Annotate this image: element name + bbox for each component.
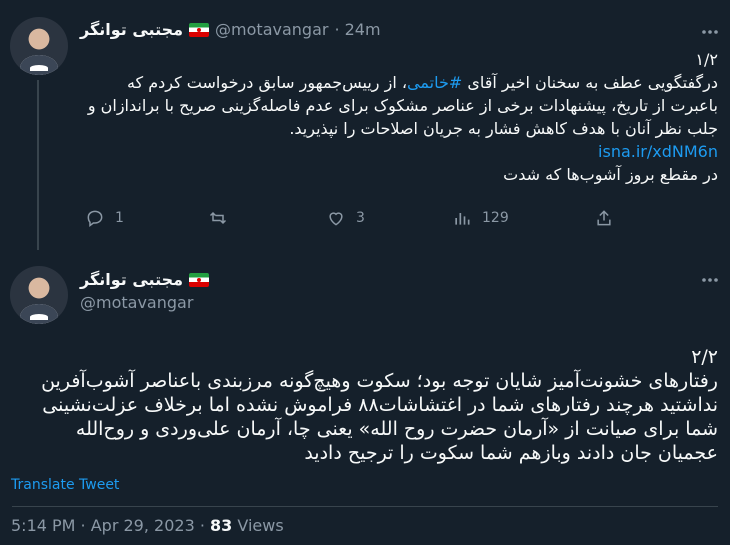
flag-icon	[189, 272, 210, 287]
tweet2-header: مجتبی توانگر @motavangar	[80, 270, 210, 312]
tweet1-header: مجتبی توانگر @motavangar · 24m	[80, 20, 381, 39]
views-icon	[455, 213, 470, 225]
avatar[interactable]	[10, 266, 68, 324]
views-label: Views	[232, 516, 284, 535]
display-name[interactable]: مجتبی توانگر	[80, 20, 183, 39]
tweet1-extra-line: در مقطع بروز آشوب‌ها که شدت	[503, 165, 718, 184]
like-button[interactable]: 3	[326, 208, 365, 228]
timestamp[interactable]: · 24m	[334, 20, 380, 39]
views-button[interactable]: 129	[452, 208, 509, 228]
avatar[interactable]	[10, 17, 68, 75]
action-bar: 1 3 129	[80, 208, 720, 238]
like-icon	[329, 212, 343, 226]
tweet2-paragraph: رفتارهای خشونت‌آمیز شایان توجه بود؛ سکوت…	[41, 370, 718, 464]
hashtag-link[interactable]: #خاتمی	[407, 73, 462, 92]
article-link[interactable]: isna.ir/xdNM6n	[598, 142, 718, 161]
more-icon[interactable]	[700, 270, 720, 290]
flag-icon	[189, 22, 210, 37]
share-icon	[597, 210, 611, 226]
thread-line	[37, 80, 39, 250]
translate-tweet-link[interactable]: Translate Tweet	[11, 477, 119, 493]
more-icon[interactable]	[700, 22, 720, 42]
tweet-timestamp[interactable]: 5:14 PM · Apr 29, 2023 ·	[11, 516, 210, 535]
divider	[12, 506, 718, 507]
tweet-meta: 5:14 PM · Apr 29, 2023 · 83 Views	[11, 516, 284, 535]
tweet1-paragraph: درگفتگویی عطف به سخنان اخیر آقای #خاتمی،…	[87, 73, 718, 138]
handle[interactable]: @motavangar	[80, 293, 209, 312]
thread-marker: ۱/۲	[695, 50, 718, 69]
retweet-icon	[209, 211, 227, 225]
tweet1-text: ۱/۲ درگفتگویی عطف به سخنان اخیر آقای #خا…	[78, 48, 718, 186]
view-count: 83	[210, 516, 233, 535]
display-name[interactable]: مجتبی توانگر	[80, 270, 183, 289]
reply-button[interactable]: 1	[85, 208, 124, 228]
thread-marker: ۲/۲	[691, 346, 718, 368]
reply-icon	[87, 210, 103, 227]
share-button[interactable]	[594, 208, 614, 228]
tweet2-text: ۲/۲ رفتارهای خشونت‌آمیز شایان توجه بود؛ …	[12, 345, 718, 465]
handle[interactable]: @motavangar	[215, 20, 328, 39]
retweet-button[interactable]	[208, 208, 228, 228]
